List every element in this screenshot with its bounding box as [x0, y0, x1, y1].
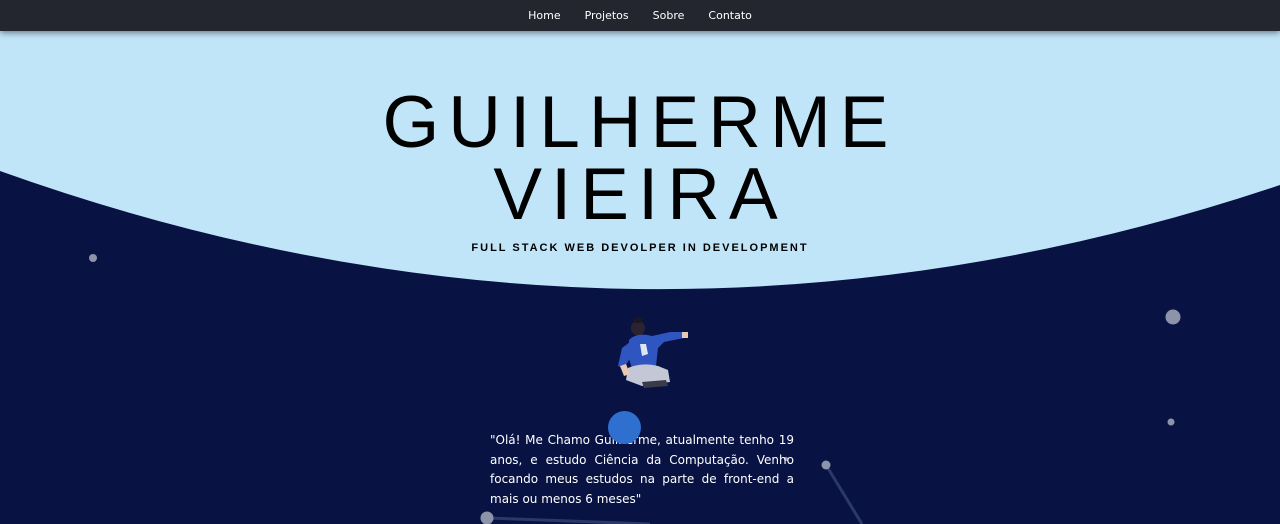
particle-dot: [89, 254, 97, 262]
nav-link-home[interactable]: Home: [528, 9, 560, 22]
particle-dot: [821, 460, 831, 470]
hero-subtitle: FULL STACK WEB DEVOLPER IN DEVELOPMENT: [471, 242, 809, 254]
avatar-photo: [618, 317, 688, 388]
particle-link-line: [486, 516, 651, 524]
hero-first-name: GUILHERME: [382, 82, 898, 163]
nav-link-contato[interactable]: Contato: [708, 9, 751, 22]
particle-dot: [1165, 309, 1181, 325]
particle-dot: [480, 511, 494, 524]
particle-dot: [1167, 418, 1175, 426]
particle-dot-accent: [608, 411, 641, 444]
about-bio-text: "Olá! Me Chamo Guilherme, atualmente ten…: [490, 433, 794, 506]
top-navbar: Home Projetos Sobre Contato: [0, 0, 1280, 31]
portfolio-page: Home Projetos Sobre Contato GUILHERME VI…: [0, 0, 1280, 524]
nav-link-projetos[interactable]: Projetos: [585, 9, 629, 22]
hero-last-name: VIEIRA: [493, 154, 787, 235]
nav-link-sobre[interactable]: Sobre: [653, 9, 685, 22]
particle-link-line: [824, 464, 864, 524]
